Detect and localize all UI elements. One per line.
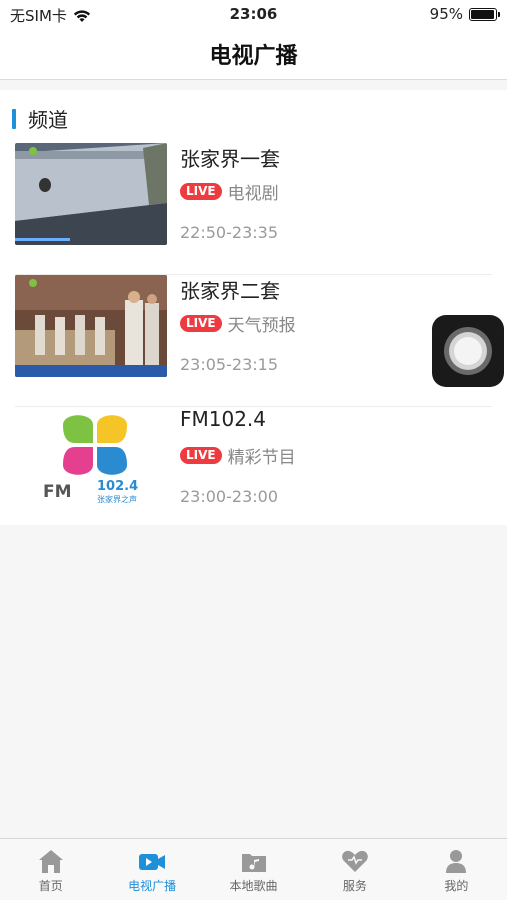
channel-item-2[interactable]: 张家界二套 LIVE 天气预报 23:05-23:15: [0, 275, 507, 407]
program-name: 电视剧: [227, 184, 279, 204]
battery-group: 95%: [429, 5, 500, 23]
live-badge: LIVE: [180, 183, 222, 200]
program-time: 23:00-23:00: [180, 487, 278, 506]
tab-label: 本地歌曲: [229, 879, 278, 893]
logo-subtitle: 张家界之声: [97, 494, 137, 504]
page-title: 电视广播: [209, 43, 298, 69]
channel-name: 张家界二套: [180, 279, 280, 303]
battery-percent: 95%: [429, 5, 463, 23]
channel-name: 张家界一套: [180, 147, 280, 171]
program-time: 23:05-23:15: [180, 355, 278, 374]
program-info: LIVE 天气预报: [180, 311, 296, 336]
section-title: 频道: [28, 108, 68, 132]
channel-thumbnail-2: [15, 275, 167, 377]
tab-mine[interactable]: 我的: [406, 839, 507, 900]
home-icon: [38, 850, 63, 873]
tab-label: 我的: [444, 879, 469, 893]
section-accent-bar: [12, 108, 16, 129]
live-badge: LIVE: [180, 315, 222, 332]
channel-name: FM102.4: [180, 407, 267, 431]
logo-frequency: 102.4: [97, 479, 138, 494]
channel-thumbnail-1: [15, 143, 167, 245]
assistive-touch-button[interactable]: [432, 315, 504, 387]
channel-item-3[interactable]: FM 102.4 张家界之声 FM102.4 LIVE 精彩节目 23:00-2…: [0, 407, 507, 539]
tab-tv-broadcast[interactable]: 电视广播: [101, 839, 202, 900]
heart-icon: [342, 850, 368, 872]
user-icon: [446, 850, 467, 873]
section-header: 频道: [12, 104, 68, 133]
tab-home[interactable]: 首页: [0, 839, 101, 900]
tab-service[interactable]: 服务: [304, 839, 405, 900]
program-name: 天气预报: [227, 316, 296, 336]
battery-fill: [471, 9, 494, 19]
channel-section: 频道 张家界一套 LIVE 电视剧 22:50-23:35 张家界二套 LIVE…: [0, 90, 507, 525]
tab-bar: 首页 电视广播 本地歌曲 服务 我的: [0, 838, 507, 900]
tab-label: 电视广播: [128, 879, 177, 893]
program-info: LIVE 精彩节目: [180, 443, 296, 468]
program-info: LIVE 电视剧: [180, 179, 279, 204]
battery-icon: [469, 7, 500, 21]
tab-label: 服务: [342, 879, 367, 893]
music-folder-icon: [241, 854, 266, 872]
channel-item-1[interactable]: 张家界一套 LIVE 电视剧 22:50-23:35: [0, 143, 507, 275]
video-camera-icon: [139, 854, 166, 870]
logo-fm-text: FM: [43, 482, 72, 502]
program-name: 精彩节目: [227, 448, 296, 468]
nav-bar: 电视广播: [0, 28, 507, 80]
program-time: 22:50-23:35: [180, 223, 278, 242]
status-bar: 无SIM卡 23:06 95%: [0, 0, 507, 28]
tab-local-songs[interactable]: 本地歌曲: [203, 839, 304, 900]
tab-label: 首页: [38, 879, 63, 893]
fm-logo: FM 102.4 张家界之声: [15, 407, 167, 509]
live-badge: LIVE: [180, 447, 222, 464]
